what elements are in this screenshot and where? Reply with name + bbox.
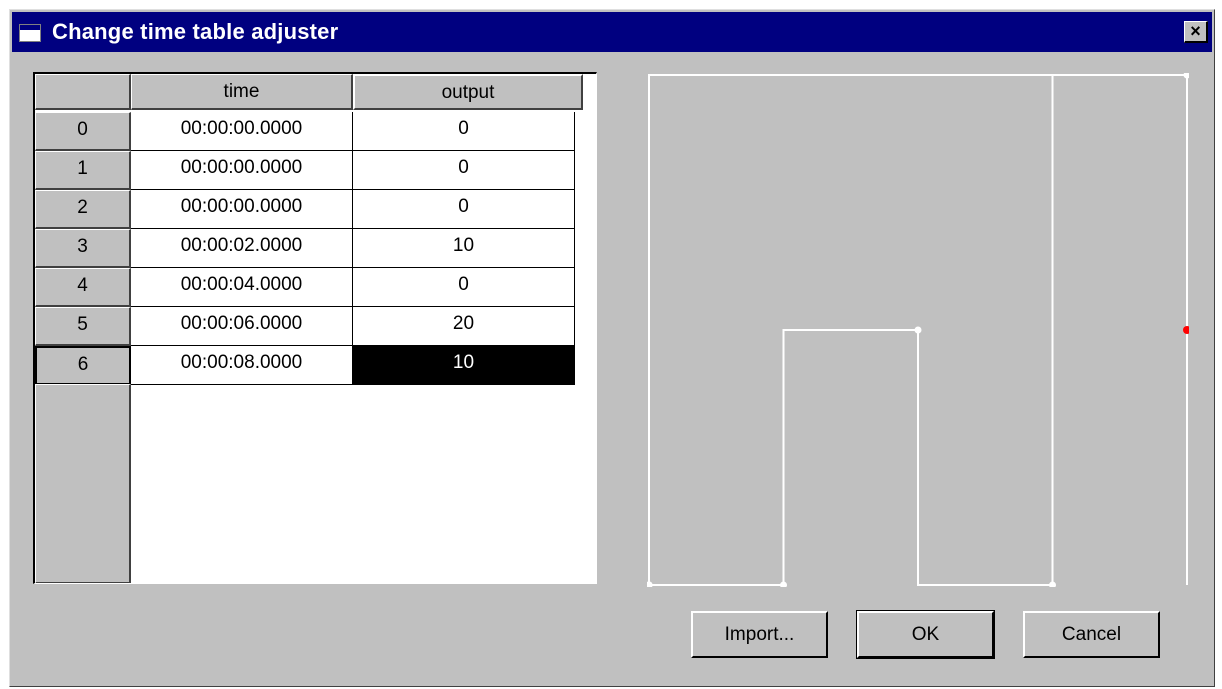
row-header-filler [35, 384, 131, 583]
title-bar[interactable]: Change time table adjuster × [12, 12, 1212, 52]
output-cell[interactable]: 10 [353, 346, 575, 385]
selected-plot-point[interactable] [1183, 326, 1189, 334]
output-cell[interactable]: 0 [353, 112, 575, 151]
time-cell[interactable]: 00:00:04.0000 [131, 268, 353, 307]
grid-corner-header [35, 74, 131, 110]
ok-button[interactable]: OK [856, 610, 995, 659]
window-icon [19, 24, 41, 42]
time-cell[interactable]: 00:00:06.0000 [131, 307, 353, 346]
plot-point[interactable] [647, 581, 653, 588]
time-cell[interactable]: 00:00:08.0000 [131, 346, 353, 385]
row-header[interactable]: 6 [35, 346, 131, 385]
row-header[interactable]: 1 [35, 151, 131, 190]
row-header[interactable]: 2 [35, 190, 131, 229]
row-header[interactable]: 0 [35, 112, 131, 151]
plot-point[interactable] [1049, 581, 1056, 588]
column-header-output[interactable]: output [353, 74, 583, 110]
row-header[interactable]: 4 [35, 268, 131, 307]
time-cell[interactable]: 00:00:02.0000 [131, 229, 353, 268]
time-table-grid[interactable]: time output 0 00:00:00.0000 0 1 00:00:00.000… [33, 72, 597, 584]
output-step-plot[interactable] [647, 73, 1189, 587]
time-cell[interactable]: 00:00:00.0000 [131, 151, 353, 190]
time-cell[interactable]: 00:00:00.0000 [131, 190, 353, 229]
output-cell[interactable]: 10 [353, 229, 575, 268]
output-cell[interactable]: 20 [353, 307, 575, 346]
cancel-button[interactable]: Cancel [1023, 611, 1160, 658]
time-cell[interactable]: 00:00:00.0000 [131, 112, 353, 151]
window-title: Change time table adjuster [52, 19, 339, 44]
output-cell[interactable]: 0 [353, 268, 575, 307]
plot-point[interactable] [780, 581, 787, 588]
plot-point[interactable] [1183, 73, 1190, 79]
plot-point[interactable] [914, 326, 922, 334]
column-header-time[interactable]: time [131, 74, 353, 110]
output-cell[interactable]: 0 [353, 190, 575, 229]
row-header[interactable]: 3 [35, 229, 131, 268]
output-cell[interactable]: 0 [353, 151, 575, 190]
import-button[interactable]: Import... [691, 611, 828, 658]
row-header[interactable]: 5 [35, 307, 131, 346]
close-button[interactable]: × [1184, 21, 1208, 43]
